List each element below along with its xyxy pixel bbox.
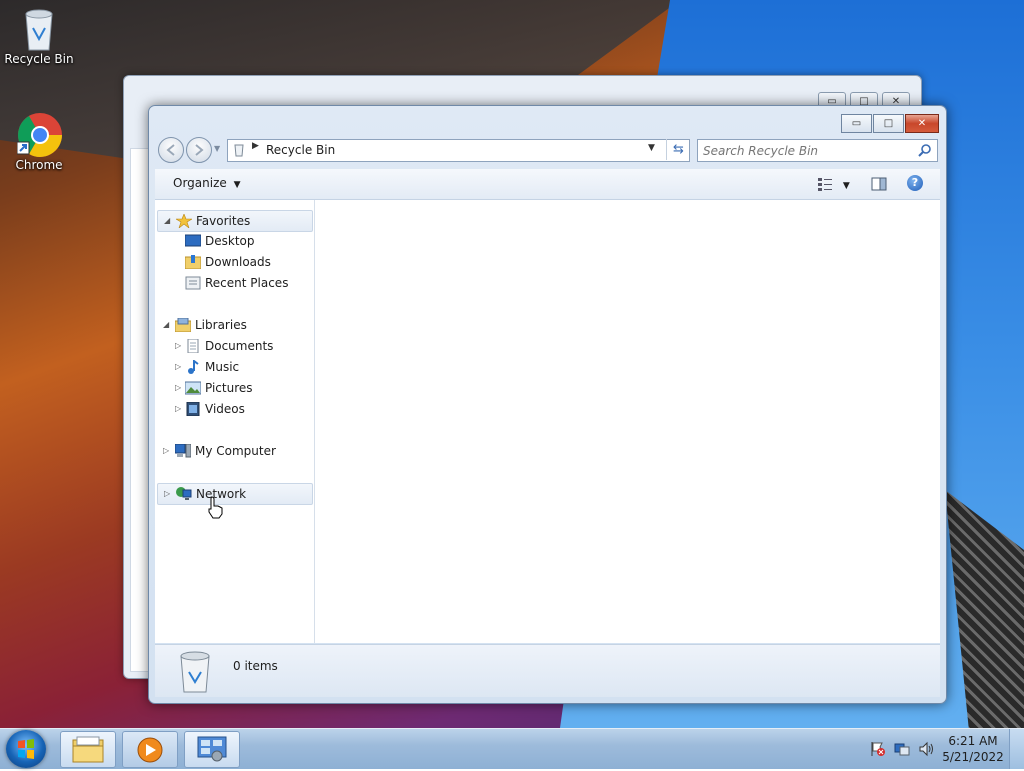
back-arrow-icon [166, 144, 175, 156]
expand-arrow-icon[interactable]: ▷ [175, 378, 181, 398]
desktop-icon [185, 234, 201, 247]
music-icon [188, 360, 199, 374]
taskbar-media-player-button[interactable] [122, 731, 178, 768]
nav-label-downloads: Downloads [205, 255, 271, 269]
windows-logo-icon [18, 739, 34, 759]
recent-places-icon [185, 276, 201, 290]
pictures-icon [185, 381, 201, 395]
control-panel-icon [197, 736, 227, 762]
maximize-button[interactable]: □ [873, 114, 904, 133]
desktop-icon-chrome[interactable]: Chrome [1, 112, 77, 172]
preview-pane-button[interactable] [871, 176, 887, 195]
expand-arrow-icon[interactable]: ▷ [175, 357, 181, 377]
clock-date: 5/21/2022 [942, 750, 1004, 764]
nav-item-recent-places[interactable]: Recent Places [157, 273, 311, 293]
volume-icon[interactable] [918, 741, 934, 757]
nav-item-my-computer[interactable]: ▷ My Computer [157, 441, 311, 461]
collapse-arrow-icon[interactable]: ◢ [164, 211, 170, 231]
recycle-bin-window[interactable]: ▭ □ ✕ ▼ ▶ Recycle Bin ▼ ⇆ Organize ▼ ▼ ? [148, 105, 947, 704]
search-box[interactable] [697, 139, 938, 162]
command-bar: Organize ▼ ▼ ? [155, 169, 940, 200]
expand-arrow-icon[interactable]: ▷ [163, 441, 169, 461]
nav-item-music[interactable]: ▷ Music [157, 357, 311, 377]
forward-button[interactable] [186, 137, 212, 163]
search-input[interactable] [701, 141, 915, 160]
breadcrumb-chevron-icon[interactable]: ▶ [252, 141, 259, 151]
network-status-icon[interactable] [894, 741, 910, 757]
refresh-icon[interactable]: ⇆ [666, 139, 690, 160]
expand-arrow-icon[interactable]: ▷ [175, 399, 181, 419]
file-list-area[interactable] [315, 200, 940, 643]
desktop-icon-label: Recycle Bin [4, 52, 74, 66]
close-button[interactable]: ✕ [905, 114, 939, 133]
desktop-icon-recycle-bin[interactable]: Recycle Bin [1, 6, 77, 66]
forward-arrow-icon [195, 144, 204, 156]
libraries-icon [175, 318, 191, 332]
computer-icon [175, 444, 191, 458]
show-desktop-button[interactable] [1009, 729, 1024, 769]
expand-arrow-icon[interactable]: ▷ [175, 336, 181, 356]
search-icon[interactable] [918, 143, 932, 157]
organize-dropdown-icon: ▼ [233, 180, 241, 190]
clock[interactable]: 6:21 AM 5/21/2022 [942, 733, 1004, 765]
nav-label-music: Music [205, 360, 240, 374]
navigation-pane: ◢ Favorites Desktop Downloads Recent Pla… [155, 200, 315, 643]
views-dropdown-icon: ▼ [842, 181, 850, 191]
collapse-arrow-icon[interactable]: ◢ [163, 315, 169, 335]
star-icon [176, 214, 192, 228]
views-icon [818, 178, 832, 191]
taskbar: 6:21 AM 5/21/2022 [0, 728, 1024, 769]
media-player-icon [137, 737, 163, 763]
taskbar-control-panel-button[interactable] [184, 731, 240, 768]
nav-item-videos[interactable]: ▷ Videos [157, 399, 311, 419]
hand-cursor-icon [208, 496, 223, 519]
windows-explorer-icon [72, 736, 104, 763]
nav-label-documents: Documents [205, 339, 274, 353]
clock-time: 6:21 AM [948, 734, 998, 748]
nav-label-videos: Videos [205, 402, 245, 416]
recent-pages-chevron-icon[interactable]: ▼ [214, 144, 220, 153]
organize-label: Organize [173, 176, 227, 190]
nav-label-recent-places: Recent Places [205, 276, 289, 290]
taskbar-explorer-button[interactable] [60, 731, 116, 768]
details-pane: 0 items [155, 644, 940, 697]
minimize-button[interactable]: ▭ [841, 114, 872, 133]
nav-item-libraries[interactable]: ◢ Libraries [157, 315, 311, 335]
nav-item-network[interactable]: ▷ Network [157, 483, 313, 505]
address-location[interactable]: Recycle Bin [266, 143, 335, 157]
start-button[interactable] [6, 730, 46, 768]
item-count: 0 items [233, 659, 278, 673]
preview-pane-icon [871, 177, 887, 191]
chrome-icon [16, 112, 62, 157]
address-dropdown-icon[interactable]: ▼ [648, 143, 655, 153]
change-view-button[interactable]: ▼ [817, 176, 850, 195]
recycle-bin-icon [180, 651, 210, 693]
nav-item-documents[interactable]: ▷ Documents [157, 336, 311, 356]
help-icon[interactable]: ? [907, 175, 923, 191]
documents-icon [187, 339, 199, 353]
nav-label-favorites: Favorites [196, 214, 251, 228]
nav-label-desktop: Desktop [205, 234, 255, 248]
nav-item-downloads[interactable]: Downloads [157, 252, 311, 272]
address-bar[interactable]: ▶ Recycle Bin ▼ ⇆ [227, 139, 690, 162]
organize-button[interactable]: Organize ▼ [173, 176, 241, 190]
recycle-bin-icon [234, 144, 244, 157]
nav-item-favorites[interactable]: ◢ Favorites [157, 210, 313, 232]
nav-item-pictures[interactable]: ▷ Pictures [157, 378, 311, 398]
nav-item-desktop[interactable]: Desktop [157, 231, 311, 251]
notification-area: 6:21 AM 5/21/2022 [864, 729, 1024, 769]
nav-label-my-computer: My Computer [195, 444, 276, 458]
network-icon [176, 487, 192, 500]
downloads-folder-icon [185, 255, 201, 269]
desktop-icon-label: Chrome [15, 158, 63, 172]
expand-arrow-icon[interactable]: ▷ [164, 484, 170, 504]
action-center-flag-icon[interactable] [870, 741, 886, 757]
nav-label-pictures: Pictures [205, 381, 253, 395]
videos-icon [186, 402, 200, 416]
back-button[interactable] [158, 137, 184, 163]
recycle-bin-icon [17, 6, 61, 51]
nav-label-libraries: Libraries [195, 318, 247, 332]
